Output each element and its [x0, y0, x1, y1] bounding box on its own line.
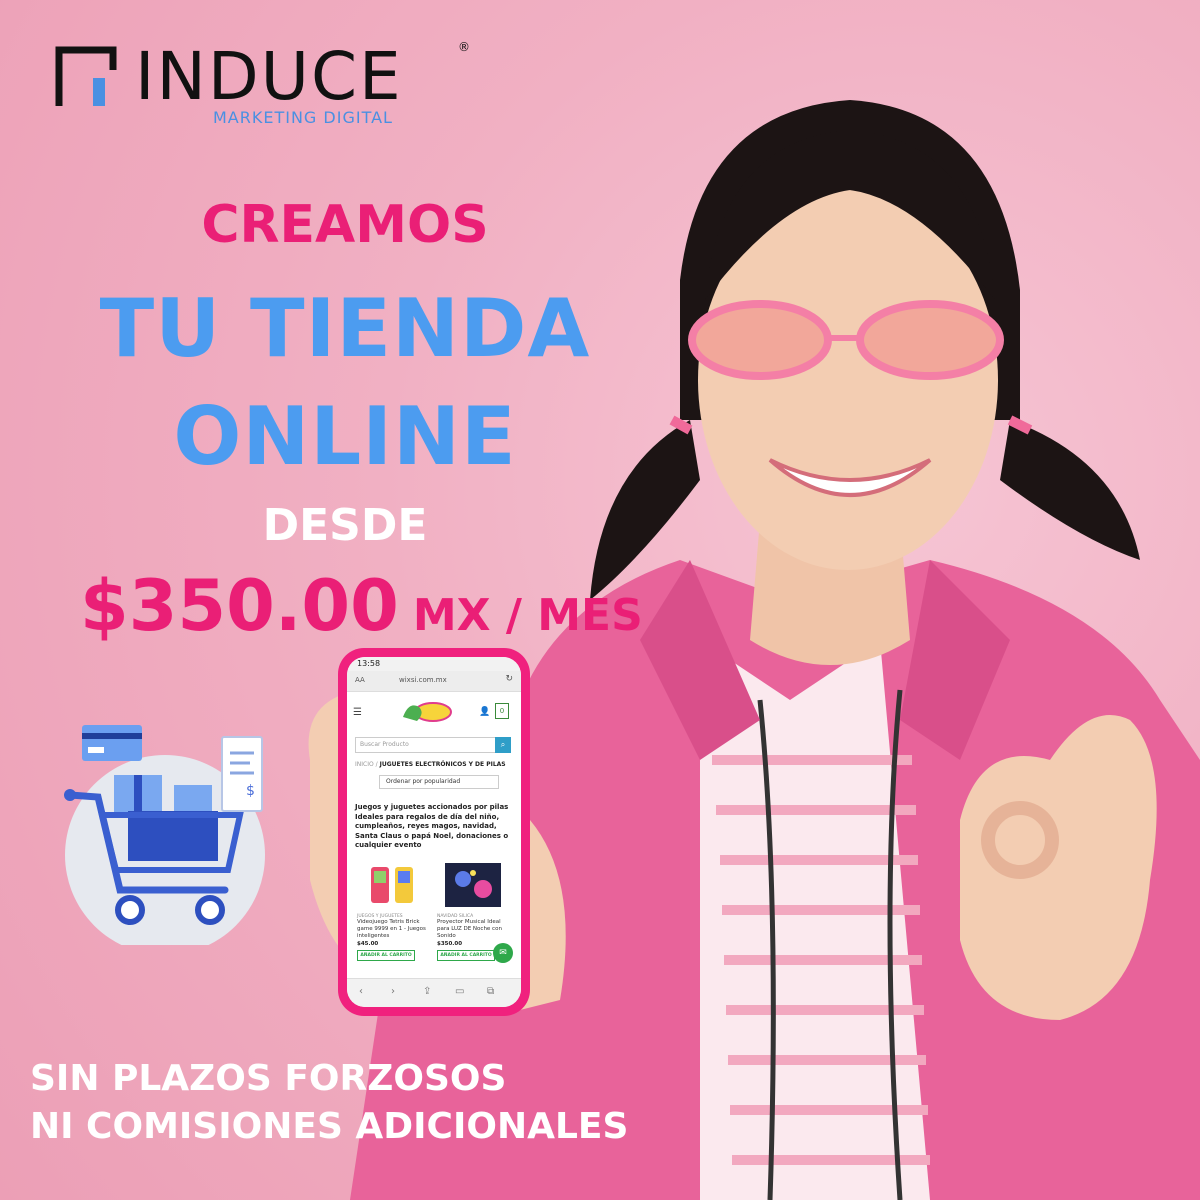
- store-logo: [403, 702, 452, 722]
- ad-canvas: INDUCE ® MARKETING DIGITAL CREAMOS TU TI…: [0, 0, 1200, 1200]
- headline-desde: DESDE: [262, 500, 428, 551]
- browser-url-bar[interactable]: AA wixsi.com.mx ↻: [347, 671, 521, 692]
- url-text: wixsi.com.mx: [399, 676, 447, 684]
- add-to-cart-button[interactable]: AÑADIR AL CARRITO: [357, 950, 415, 961]
- phone-status-bar: 13:58: [347, 657, 521, 671]
- add-to-cart-button[interactable]: AÑADIR AL CARRITO: [437, 950, 495, 961]
- price-amount: $350.00: [80, 565, 399, 647]
- bag-icon[interactable]: 0: [495, 703, 509, 719]
- messenger-icon[interactable]: ✉: [493, 943, 513, 963]
- store-header: ☰ 👤 0: [347, 693, 521, 733]
- forward-icon[interactable]: ›: [391, 986, 395, 997]
- breadcrumb-separator: /: [375, 761, 378, 768]
- store-search-input[interactable]: Buscar Producto: [355, 737, 507, 753]
- browser-toolbar: ‹ › ⇪ ▭ ⧉: [347, 978, 521, 1007]
- induce-logo-mark-icon: [55, 46, 117, 106]
- reload-icon[interactable]: ↻: [505, 674, 513, 684]
- product-name[interactable]: Proyector Musical Ideal para LUZ DE Noch…: [437, 919, 511, 940]
- product-price: $45.00: [357, 941, 379, 947]
- breadcrumb-current: JUGUETES ELECTRÓNICOS Y DE PILAS: [379, 761, 506, 768]
- menu-icon[interactable]: ☰: [353, 707, 362, 718]
- brand-name: INDUCE: [135, 38, 403, 115]
- headline-online: ONLINE: [173, 390, 517, 483]
- text-size-button[interactable]: AA: [355, 676, 365, 684]
- product-name[interactable]: Videojuego Tetris Brick game 9999 en 1 -…: [357, 919, 431, 940]
- footer-line-1: SIN PLAZOS FORZOSOS: [30, 1058, 507, 1099]
- price-line: $350.00 MX / MES: [80, 565, 643, 647]
- breadcrumb-home[interactable]: INICIO: [355, 761, 374, 768]
- registered-mark: ®: [458, 40, 470, 54]
- headline-tu-tienda: TU TIENDA: [99, 282, 591, 375]
- product-image: [371, 867, 413, 903]
- back-icon[interactable]: ‹: [359, 986, 363, 997]
- footer-line-2: NI COMISIONES ADICIONALES: [30, 1106, 629, 1147]
- headline-creamos: CREAMOS: [201, 195, 489, 255]
- brand-tagline: MARKETING DIGITAL: [213, 108, 393, 127]
- price-unit: MX / MES: [412, 590, 643, 641]
- bookmarks-icon[interactable]: ▭: [455, 986, 464, 997]
- phone-mockup: 13:58 AA wixsi.com.mx ↻ ☰ 👤 0 Buscar Pro…: [338, 648, 530, 1016]
- breadcrumb: INICIO / JUGUETES ELECTRÓNICOS Y DE PILA…: [355, 761, 506, 768]
- tabs-icon[interactable]: ⧉: [487, 986, 494, 997]
- user-icon[interactable]: 👤: [479, 707, 490, 717]
- product-card[interactable]: JUEGOS Y JUGUETES Videojuego Tetris Bric…: [357, 863, 431, 961]
- sort-select[interactable]: Ordenar por popularidad: [379, 775, 499, 789]
- status-time: 13:58: [357, 659, 381, 668]
- category-description: Juegos y juguetes accionados por pilas I…: [355, 803, 509, 849]
- search-icon[interactable]: ⌕: [495, 737, 511, 753]
- induce-logo: INDUCE ® MARKETING DIGITAL: [55, 38, 470, 132]
- shopping-cart-icon: $: [64, 725, 265, 945]
- share-icon[interactable]: ⇪: [423, 986, 431, 997]
- phone-screen: 13:58 AA wixsi.com.mx ↻ ☰ 👤 0 Buscar Pro…: [347, 657, 521, 1007]
- product-image: [445, 863, 501, 907]
- svg-text:$: $: [246, 783, 255, 799]
